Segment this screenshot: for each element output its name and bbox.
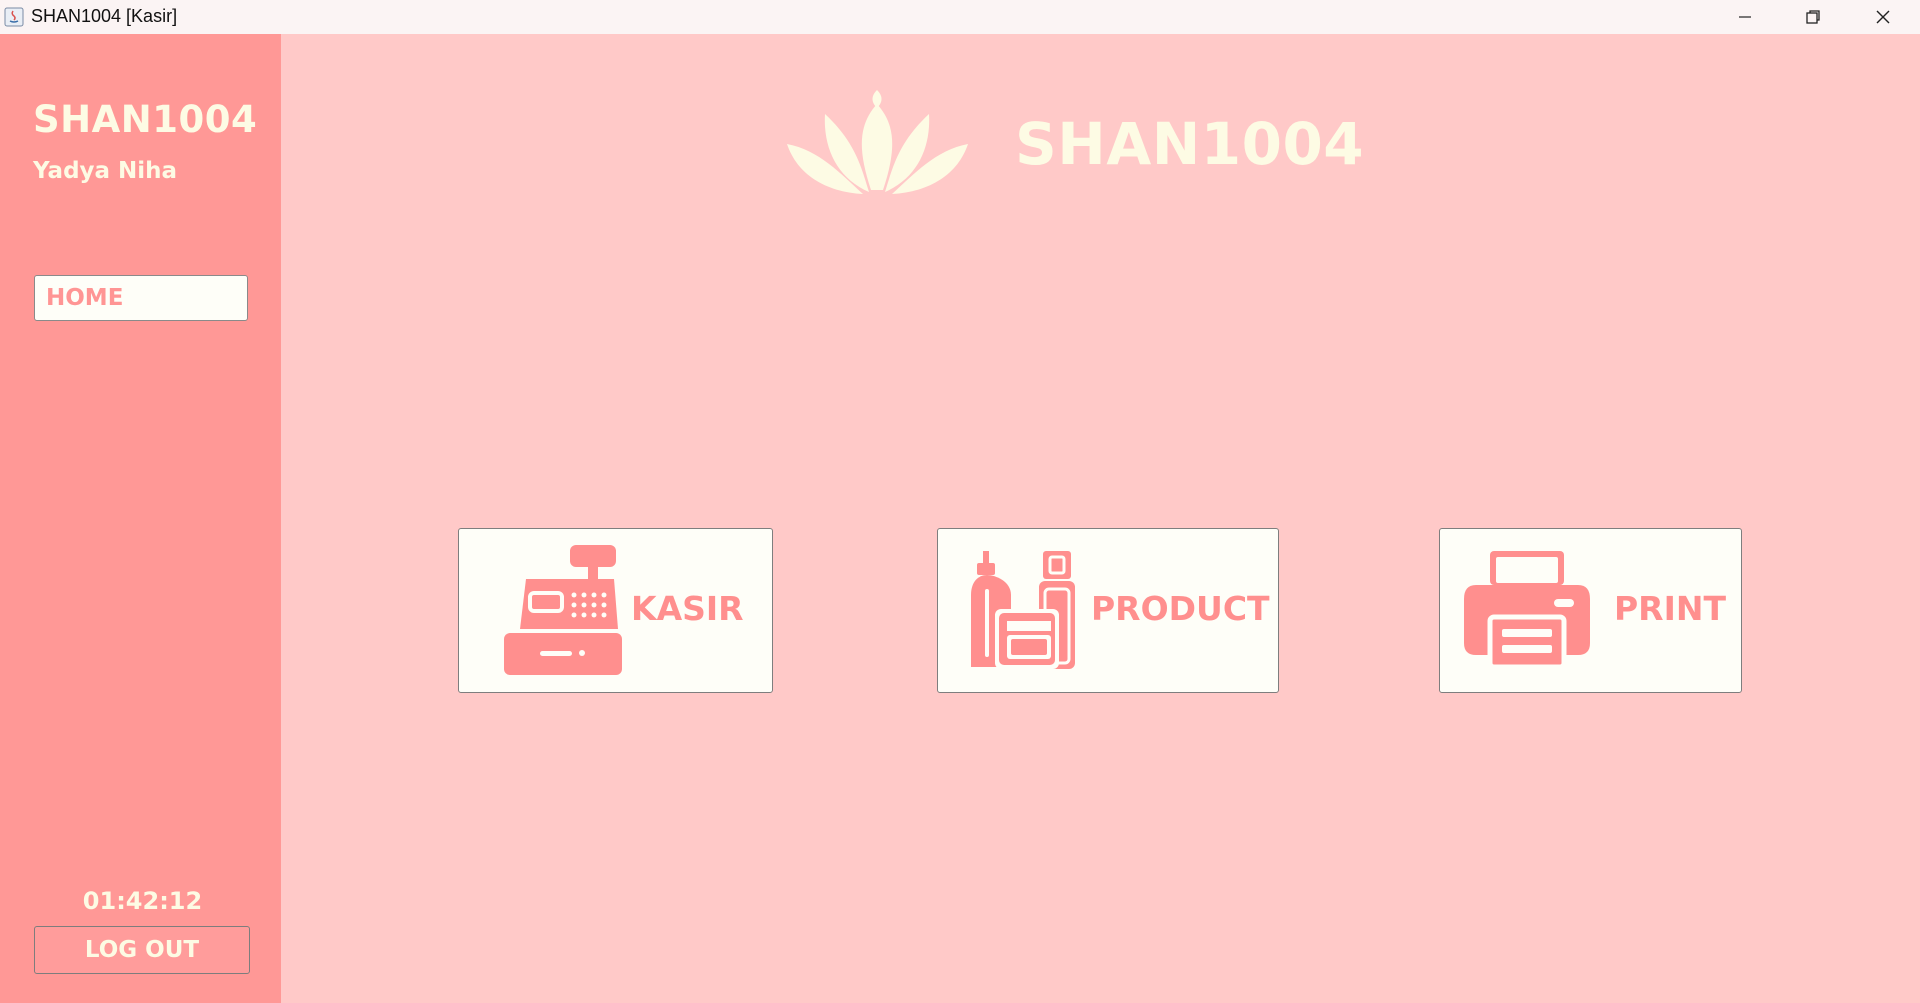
minimize-button[interactable] xyxy=(1710,0,1780,34)
kasir-label: KASIR xyxy=(631,589,744,628)
restore-button[interactable] xyxy=(1778,0,1848,34)
home-button[interactable]: HOME xyxy=(34,275,248,321)
print-button[interactable]: PRINT xyxy=(1439,528,1742,693)
window-title: SHAN1004 [Kasir] xyxy=(31,6,178,26)
app-window: SHAN1004 [Kasir] SHAN1004 Yadya Niha HOM… xyxy=(0,0,1920,1003)
clock-display: 01:42:12 xyxy=(82,887,203,915)
kasir-button[interactable]: KASIR xyxy=(458,528,773,693)
java-app-icon xyxy=(4,7,24,27)
printer-icon xyxy=(1464,551,1590,669)
logout-button[interactable]: LOG OUT xyxy=(34,926,250,974)
restore-icon xyxy=(1806,10,1820,24)
close-button[interactable] xyxy=(1848,0,1918,34)
cosmetics-icon xyxy=(971,551,1075,669)
product-label: PRODUCT xyxy=(1091,589,1270,628)
sidebar-user-name: Yadya Niha xyxy=(33,158,178,184)
minimize-icon xyxy=(1739,16,1751,18)
sidebar-brand: SHAN1004 xyxy=(33,98,258,141)
header-title: SHAN1004 xyxy=(1015,110,1365,178)
cash-register-icon xyxy=(504,545,622,675)
title-bar: SHAN1004 [Kasir] xyxy=(0,0,1920,34)
close-icon xyxy=(1876,10,1890,24)
print-label: PRINT xyxy=(1614,589,1727,628)
product-button[interactable]: PRODUCT xyxy=(937,528,1279,693)
lotus-icon xyxy=(787,90,968,194)
sidebar: SHAN1004 Yadya Niha HOME 01:42:12 LOG OU… xyxy=(0,34,281,1003)
